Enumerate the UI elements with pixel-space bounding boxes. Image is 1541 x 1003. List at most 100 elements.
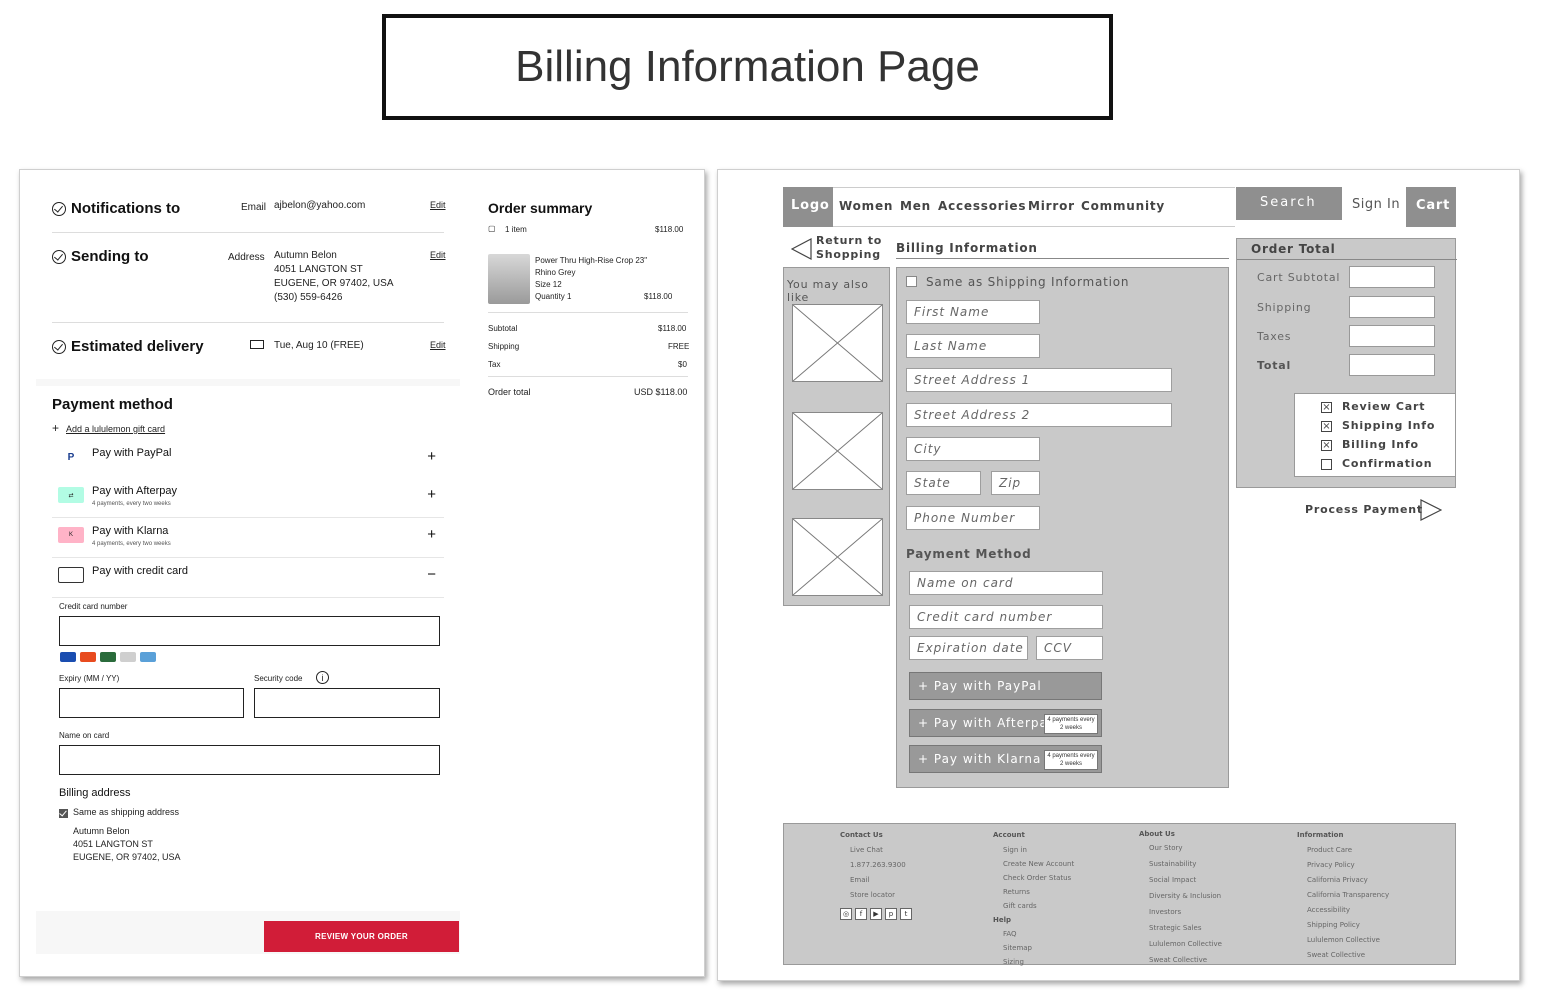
pay-paypal-row[interactable]: P Pay with PayPal + bbox=[52, 440, 444, 480]
pay-sub: 4 payments, every two weeks bbox=[92, 501, 171, 507]
footer-link[interactable]: Gift cards bbox=[993, 899, 1074, 913]
footer-link[interactable]: Accessibility bbox=[1297, 903, 1389, 918]
cc-number-input[interactable]: Credit card number bbox=[909, 605, 1103, 629]
item-count[interactable]: 1 item bbox=[505, 225, 527, 234]
search-box[interactable]: Search bbox=[1236, 187, 1342, 220]
footer-link[interactable]: Sustainability bbox=[1139, 856, 1222, 872]
expand-icon[interactable]: + bbox=[427, 486, 436, 503]
footer-link[interactable]: Shipping Policy bbox=[1297, 918, 1389, 933]
footer-link[interactable]: Diversity & Inclusion bbox=[1139, 888, 1222, 904]
address-line-2: 4051 LANGTON ST bbox=[274, 264, 363, 275]
footer-link[interactable]: Social Impact bbox=[1139, 872, 1222, 888]
also-like-title: You may also like bbox=[787, 278, 869, 304]
phone-input[interactable]: Phone Number bbox=[906, 506, 1040, 530]
footer-link[interactable]: Strategic Sales bbox=[1139, 920, 1222, 936]
street2-input[interactable]: Street Address 2 bbox=[906, 403, 1172, 427]
street1-input[interactable]: Street Address 1 bbox=[906, 368, 1172, 392]
expand-icon[interactable]: + bbox=[427, 448, 436, 465]
footer-about: About Us Our Story Sustainability Social… bbox=[1139, 828, 1222, 968]
facebook-icon[interactable]: f bbox=[855, 908, 867, 920]
cc-number-input[interactable] bbox=[59, 616, 440, 646]
logo-block[interactable]: Logo bbox=[783, 187, 833, 227]
shipping-label: Shipping bbox=[488, 342, 520, 351]
footer-link[interactable]: Our Story bbox=[1139, 840, 1222, 856]
last-name-input[interactable]: Last Name bbox=[906, 334, 1040, 358]
step-review-cart: Review Cart bbox=[1342, 400, 1426, 413]
footer-link[interactable]: Check Order Status bbox=[993, 871, 1074, 885]
expiration-input[interactable]: Expiration date bbox=[909, 636, 1028, 660]
ccv-input[interactable]: CCV bbox=[1036, 636, 1103, 660]
footer-link[interactable]: Returns bbox=[993, 885, 1074, 899]
pinterest-icon[interactable]: p bbox=[885, 908, 897, 920]
name-on-card-input[interactable] bbox=[59, 745, 440, 775]
expiry-input[interactable] bbox=[59, 688, 244, 718]
nav-men[interactable]: Men bbox=[900, 199, 931, 213]
info-icon[interactable]: i bbox=[316, 671, 329, 684]
pay-afterpay-row[interactable]: ⇄ Pay with Afterpay 4 payments, every tw… bbox=[52, 478, 444, 518]
same-shipping-checkbox[interactable] bbox=[906, 276, 917, 287]
footer-link[interactable]: Sign in bbox=[993, 843, 1074, 857]
twitter-icon[interactable]: t bbox=[900, 908, 912, 920]
gift-card-link[interactable]: Add a lululemon gift card bbox=[66, 424, 165, 434]
footer-link[interactable]: Live Chat bbox=[840, 843, 915, 858]
instagram-icon[interactable]: ◎ bbox=[840, 908, 852, 920]
pay-klarna-row[interactable]: K Pay with Klarna 4 payments, every two … bbox=[52, 518, 444, 558]
forward-arrow-icon[interactable] bbox=[1420, 499, 1442, 521]
state-input[interactable]: State bbox=[906, 471, 981, 495]
footer-link[interactable]: Lululemon Collective bbox=[1297, 933, 1389, 948]
nav-accessories[interactable]: Accessories bbox=[938, 199, 1026, 213]
pay-afterpay-button[interactable]: + Pay with Afterpay 4 payments every 2 we… bbox=[909, 709, 1102, 737]
nav-links: Women Men Accessories Mirror Community bbox=[833, 187, 1235, 227]
footer-link[interactable]: 1.877.263.9300 bbox=[840, 858, 915, 873]
nav-women[interactable]: Women bbox=[839, 199, 893, 213]
pay-paypal-button[interactable]: + Pay with PayPal bbox=[909, 672, 1102, 700]
edit-delivery-link[interactable]: Edit bbox=[430, 340, 446, 350]
cart-button[interactable]: Cart bbox=[1406, 187, 1456, 227]
youtube-icon[interactable]: ▶ bbox=[870, 908, 882, 920]
product-image-placeholder[interactable] bbox=[792, 518, 883, 596]
footer-link[interactable]: California Privacy bbox=[1297, 873, 1389, 888]
pay-credit-card-row[interactable]: Pay with credit card − bbox=[52, 558, 444, 598]
footer-link[interactable]: Sweat Collective bbox=[1297, 948, 1389, 963]
footer-link[interactable]: Lululemon Collective bbox=[1139, 936, 1222, 952]
footer-link[interactable]: Investors bbox=[1139, 904, 1222, 920]
first-name-input[interactable]: First Name bbox=[906, 300, 1040, 324]
product-image-placeholder[interactable] bbox=[792, 304, 883, 382]
footer-link[interactable]: Email bbox=[840, 873, 915, 888]
zip-input[interactable]: Zip bbox=[991, 471, 1040, 495]
footer-link[interactable]: California Transparency bbox=[1297, 888, 1389, 903]
footer-link[interactable]: Sitemap bbox=[993, 941, 1074, 955]
footer-link[interactable]: Sweat Collective bbox=[1139, 952, 1222, 968]
subtotal-label: Subtotal bbox=[488, 324, 518, 333]
city-input[interactable]: City bbox=[906, 437, 1040, 461]
sign-in-link[interactable]: Sign In bbox=[1352, 197, 1400, 212]
product-image-placeholder[interactable] bbox=[792, 412, 883, 490]
footer-link[interactable]: Sizing bbox=[993, 955, 1074, 969]
same-as-shipping-checkbox[interactable] bbox=[59, 809, 68, 818]
nav-community[interactable]: Community bbox=[1081, 199, 1165, 213]
process-payment-link[interactable]: Process Payment bbox=[1305, 503, 1423, 516]
footer-link[interactable]: Create New Account bbox=[993, 857, 1074, 871]
nav-mirror[interactable]: Mirror bbox=[1028, 199, 1075, 213]
footer-link[interactable]: Product Care bbox=[1297, 843, 1389, 858]
return-line-2[interactable]: Shopping bbox=[816, 248, 881, 261]
footer-information: Information Product Care Privacy Policy … bbox=[1297, 828, 1389, 963]
expand-icon[interactable]: + bbox=[427, 526, 436, 543]
collapse-icon[interactable]: − bbox=[427, 566, 436, 583]
pay-klarna-button[interactable]: + Pay with Klarna 4 payments every 2 week… bbox=[909, 745, 1102, 773]
edit-address-link[interactable]: Edit bbox=[430, 250, 446, 260]
cart-label: Cart bbox=[1416, 198, 1451, 213]
footer-link[interactable]: Privacy Policy bbox=[1297, 858, 1389, 873]
payment-method-title: Payment Method bbox=[906, 547, 1032, 561]
security-code-input[interactable] bbox=[254, 688, 440, 718]
back-arrow-icon[interactable] bbox=[791, 238, 813, 260]
check-circle-icon bbox=[52, 340, 66, 355]
edit-notifications-link[interactable]: Edit bbox=[430, 200, 446, 210]
name-on-card-input[interactable]: Name on card bbox=[909, 571, 1103, 595]
return-line-1[interactable]: Return to bbox=[816, 234, 882, 247]
pay-label: Pay with credit card bbox=[92, 565, 188, 577]
footer-link[interactable]: Store locator bbox=[840, 888, 915, 903]
checkout-screenshot-panel: Notifications to Email ajbelon@yahoo.com… bbox=[19, 169, 705, 977]
footer-link[interactable]: FAQ bbox=[993, 927, 1074, 941]
review-order-button[interactable]: REVIEW YOUR ORDER bbox=[264, 921, 459, 952]
